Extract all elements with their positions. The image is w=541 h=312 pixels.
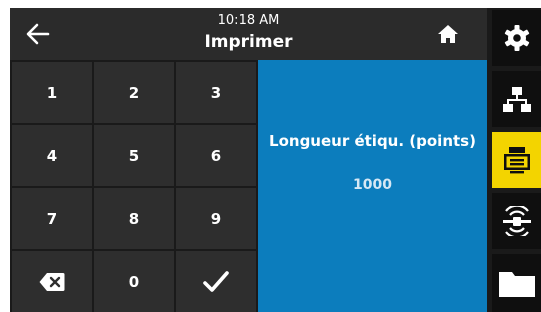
key-7[interactable]: 7: [12, 188, 92, 249]
key-2[interactable]: 2: [94, 62, 174, 123]
sidebar-item-rfid[interactable]: [492, 193, 541, 249]
key-6[interactable]: 6: [176, 125, 256, 186]
sidebar-menu: [488, 8, 541, 312]
sidebar-item-network[interactable]: [492, 71, 541, 127]
numeric-keypad: 1 2 3 4 5 6 7 8 9 0: [10, 60, 258, 312]
sidebar-item-print[interactable]: [492, 132, 541, 188]
backspace-key[interactable]: [12, 251, 92, 312]
network-icon: [502, 87, 531, 112]
backspace-icon: [39, 272, 65, 291]
printer-screen: 10:18 AM Imprimer 1 2 3 4 5 6 7 8 9 0 Lo…: [10, 8, 541, 312]
header-bar: 10:18 AM Imprimer: [10, 8, 487, 60]
key-3[interactable]: 3: [176, 62, 256, 123]
setting-label: Longueur étiqu. (points): [269, 132, 476, 150]
key-5[interactable]: 5: [94, 125, 174, 186]
key-8[interactable]: 8: [94, 188, 174, 249]
clock-time: 10:18 AM: [217, 13, 280, 28]
sidebar-item-settings[interactable]: [492, 10, 541, 66]
key-4[interactable]: 4: [12, 125, 92, 186]
page-title: Imprimer: [204, 32, 293, 52]
home-button[interactable]: [430, 18, 466, 50]
key-1[interactable]: 1: [12, 62, 92, 123]
key-9[interactable]: 9: [176, 188, 256, 249]
setting-value: 1000: [353, 177, 392, 193]
printer-icon: [503, 147, 530, 174]
gear-icon: [504, 25, 529, 51]
folder-icon: [498, 272, 535, 297]
confirm-key[interactable]: [176, 251, 256, 312]
rfid-icon: [502, 206, 531, 236]
value-panel: Longueur étiqu. (points) 1000: [258, 60, 487, 312]
checkmark-icon: [203, 270, 229, 292]
home-icon: [438, 25, 458, 43]
key-0[interactable]: 0: [94, 251, 174, 312]
sidebar-item-storage[interactable]: [492, 254, 541, 312]
